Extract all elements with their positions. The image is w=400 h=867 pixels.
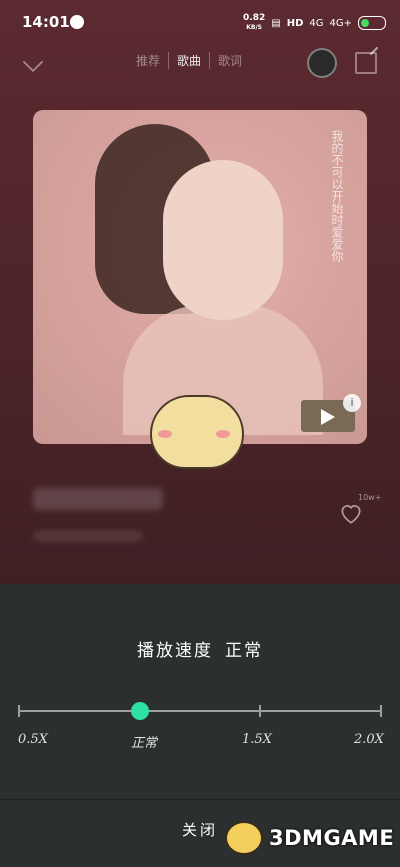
hd-badge: HD — [286, 17, 304, 29]
wifi-icon: ▤ — [271, 17, 281, 29]
share-icon[interactable] — [355, 52, 377, 74]
tick-3 — [380, 705, 382, 717]
tab-song[interactable]: 歌曲 — [169, 52, 211, 69]
tab-bar: 推荐 歌曲 歌词 — [128, 52, 250, 69]
signal-2: 4G+ — [329, 17, 353, 29]
speed-option-2.0x[interactable]: 2.0X — [354, 732, 384, 747]
heart-icon[interactable] — [338, 500, 364, 526]
speed-slider-track[interactable] — [18, 705, 382, 717]
song-title-blurred — [33, 488, 163, 510]
speed-option-1.5x[interactable]: 1.5X — [242, 732, 272, 747]
mascot-sticker — [150, 390, 244, 470]
info-icon[interactable]: i — [343, 394, 361, 412]
tick-2 — [259, 705, 261, 717]
likes-count: 10w+ — [358, 493, 382, 502]
tick-0 — [18, 705, 20, 717]
watermark-logo-icon — [225, 821, 263, 855]
speed-slider-knob[interactable] — [131, 702, 149, 720]
sheet-divider — [0, 799, 400, 800]
user-avatar[interactable] — [307, 48, 337, 78]
collapse-chevron-icon[interactable] — [22, 51, 44, 73]
signal-1: 4G — [309, 17, 324, 29]
network-speed: 0.82 KB/S — [243, 13, 266, 32]
status-bar: 14:01 0.82 KB/S ▤ HD 4G 4G+ — [0, 0, 400, 46]
speed-option-0.5x[interactable]: 0.5X — [18, 732, 48, 747]
artist-blurred — [33, 530, 143, 542]
status-time: 14:01 — [22, 13, 70, 31]
speed-option-normal[interactable]: 正常 — [131, 732, 157, 751]
watermark-text: 3DMGAME — [269, 826, 395, 850]
cover-vertical-text: 我的不可以开始时爱爱你 — [330, 130, 344, 262]
speed-labels: 0.5X 正常 1.5X 2.0X — [0, 732, 400, 752]
location-icon — [70, 15, 84, 29]
sheet-title: 播放速度 正常 — [0, 636, 400, 661]
tab-recommend[interactable]: 推荐 — [128, 52, 170, 69]
watermark: 3DMGAME — [225, 818, 395, 858]
battery-icon — [358, 16, 386, 30]
speed-current-value: 正常 — [225, 641, 263, 661]
speed-title-label: 播放速度 — [137, 641, 213, 661]
play-icon — [321, 409, 335, 425]
top-navigation: 推荐 歌曲 歌词 — [0, 46, 400, 80]
tab-lyrics[interactable]: 歌词 — [210, 52, 250, 69]
